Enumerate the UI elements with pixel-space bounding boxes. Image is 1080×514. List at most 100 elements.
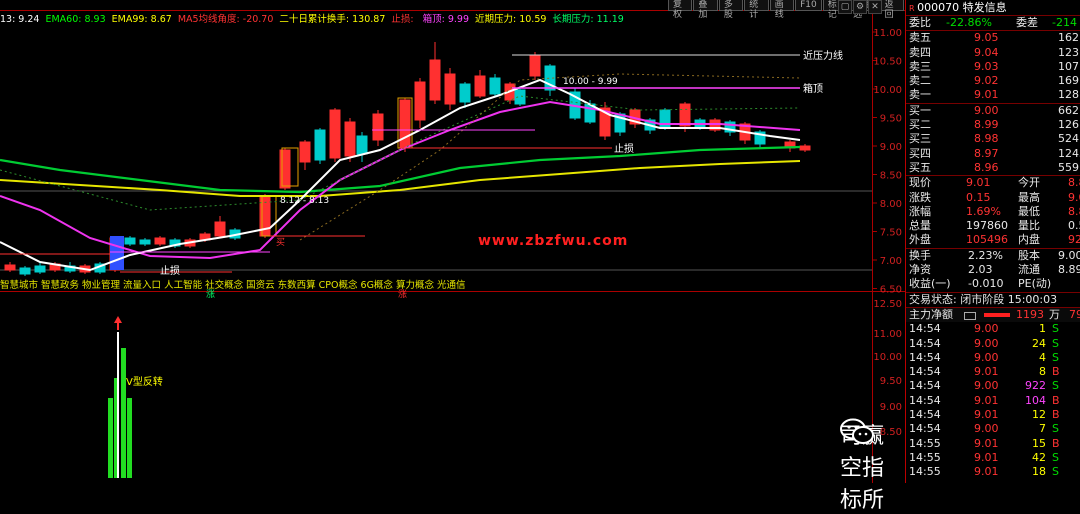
bid-row[interactable]: 买四 8.97 1245 (906, 147, 1080, 161)
tick-volume: 24 (1032, 336, 1046, 350)
net-inflow-bar (984, 312, 1010, 317)
ask-volume: 169 (1058, 74, 1079, 88)
tick-volume: 18 (1032, 465, 1046, 479)
stat-value: 197860 (966, 219, 1008, 233)
candle-body (329, 109, 341, 159)
candle-body (4, 264, 16, 271)
toolbar-button-0[interactable]: 复权 (668, 0, 693, 20)
price-tick-label: 10.00 (873, 85, 902, 96)
tick-volume: 4 (1039, 350, 1046, 364)
bid-row[interactable]: 买一 9.00 662 (906, 104, 1080, 118)
tick-time: 14:54 (909, 379, 941, 393)
near-pressure-label: 近压力线 (803, 49, 843, 62)
net-inflow-row[interactable]: 主力净额 1193 万 79 (906, 306, 1080, 323)
ask-row[interactable]: 卖二 9.02 169 (906, 74, 1080, 88)
price-tick-label: 6.50 (880, 285, 902, 296)
toolbar-button-1[interactable]: 叠加 (693, 0, 718, 20)
stat-value: 2.03 (968, 263, 993, 277)
bid-book: 买一 9.00 662 买二 8.99 126 买三 8.98 524 买四 8.97… (906, 102, 1080, 175)
toolbar-button-8[interactable]: 返回 (879, 0, 905, 20)
settings-icon[interactable]: ⚙ (853, 0, 867, 14)
bid-price: 8.99 (974, 118, 999, 132)
candle-body (679, 103, 691, 127)
indicator-value-1: EMA60: 8.93 (45, 14, 106, 25)
volume-bar (121, 348, 126, 478)
stat-value: 9.00亿 (1058, 248, 1080, 262)
tick-row: 14:55 9.01 15 B (906, 437, 1080, 451)
minimize-icon[interactable]: ▢ (838, 0, 852, 14)
ask-row[interactable]: 卖五 9.05 162 (906, 31, 1080, 45)
indicator-values-line: 13: 9.24 EMA60: 8.93 EMA99: 8.67 MA5均线角度: -… (0, 11, 630, 25)
tick-row: 14:54 9.00 922 S (906, 379, 1080, 393)
tick-time: 14:55 (909, 436, 941, 450)
toolbar-button-3[interactable]: 统计 (744, 0, 769, 20)
v-reversal-label: V型反转 (126, 375, 163, 388)
candle-body (459, 83, 471, 103)
tick-row: 14:54 9.01 12 B (906, 408, 1080, 422)
tick-row: 14:54 9.00 4 S (906, 351, 1080, 365)
tick-side: S (1052, 450, 1059, 464)
candle-body (489, 77, 501, 95)
stat-value: 105496 (966, 233, 1008, 247)
ask-row[interactable]: 卖三 9.03 107 (906, 60, 1080, 74)
stat-row: 总量 197860 量比 0.5 (906, 219, 1080, 233)
stat-label: 净资 (909, 263, 931, 277)
tick-side: B (1052, 393, 1060, 407)
lower-tick-label: 9.50 (880, 376, 902, 387)
price-tick-label: 8.50 (880, 171, 902, 182)
stat-value: 8.89亿 (1058, 263, 1080, 277)
price-tick-label: 9.50 (880, 114, 902, 125)
concept-tags-line: 智慧城市 智慧政务 物业管理 流量入口 人工智能 社交概念 国资云 东数西算 C… (0, 280, 466, 291)
volume-bar (108, 398, 113, 478)
candle-body (299, 141, 311, 163)
expand-icon[interactable] (964, 311, 976, 320)
stat-value: 0.5 (1068, 219, 1080, 233)
box-candle-blue (110, 236, 124, 270)
bid-row[interactable]: 买三 8.98 524 (906, 132, 1080, 146)
tick-list[interactable]: 14:54 9.00 1 S 14:54 9.00 24 S 14:54 9.00 … (906, 322, 1080, 479)
ask-volume: 162 (1058, 31, 1079, 45)
tick-time: 14:54 (909, 336, 941, 350)
stat-label: 流通 (1018, 263, 1040, 277)
stat-value: 8.8 (1068, 204, 1080, 218)
bid-volume: 662 (1058, 103, 1079, 117)
ask-book: 卖五 9.05 162 卖四 9.04 123 卖三 9.03 107 卖二 9.02… (906, 30, 1080, 102)
ask-label: 卖五 (909, 31, 931, 45)
tick-row: 14:54 9.00 7 S (906, 422, 1080, 436)
ask-label: 卖二 (909, 74, 931, 88)
ask-row[interactable]: 卖一 9.01 128 (906, 88, 1080, 102)
lower-tick-label: 11.00 (873, 329, 902, 340)
tick-time: 14:54 (909, 408, 941, 422)
window-controls: ▢ ⚙ ✕ (838, 0, 883, 14)
tick-row: 14:55 9.01 42 S (906, 451, 1080, 465)
price-tick-label: 7.00 (880, 256, 902, 267)
indicator-value-7: 近期压力: 10.59 (474, 14, 547, 25)
kline-chart[interactable]: 11.00 10.50 10.00 9.50 9.00 8.50 8.00 7.50 7.00 6… (0, 0, 905, 483)
indicator-value-3: MA5均线角度: -20.70 (177, 14, 274, 25)
tick-price: 9.00 (974, 322, 999, 336)
stat-label: 量比 (1018, 219, 1040, 233)
kline-chart-area[interactable]: 11.00 10.50 10.00 9.50 9.00 8.50 8.00 7.50 7.00 6… (0, 0, 905, 513)
toolbar-button-2[interactable]: 多股 (718, 0, 744, 20)
candle-body (372, 113, 384, 141)
bid-volume: 126 (1058, 118, 1079, 132)
bid-row[interactable]: 买五 8.96 559 (906, 161, 1080, 175)
toolbar-button-4[interactable]: 画线 (769, 0, 795, 20)
stat-label: 内盘 (1018, 233, 1040, 247)
candle-body (34, 265, 46, 273)
fundamental-row: 收益(一) -0.010 PE(动) (906, 277, 1080, 291)
lower-tick-label: 12.50 (873, 299, 902, 310)
quote-panel: R 000070 特发信息 委比 -22.86% 委差 -214 卖五 9.05… (905, 0, 1080, 483)
tick-price: 9.01 (974, 365, 999, 379)
tick-side: S (1052, 465, 1059, 479)
close-icon[interactable]: ✕ (868, 0, 882, 14)
bid-row[interactable]: 买二 8.99 126 (906, 118, 1080, 132)
toolbar-button-5[interactable]: F10 (795, 0, 822, 11)
stat-label: 最高 (1018, 190, 1040, 204)
tick-volume: 7 (1039, 422, 1046, 436)
stock-title[interactable]: R 000070 特发信息 (906, 0, 1080, 16)
ask-row[interactable]: 卖四 9.04 123 (906, 46, 1080, 60)
stat-value: 9.0 (1068, 190, 1080, 204)
candle-body (19, 267, 31, 275)
stat-label: PE(动) (1018, 277, 1052, 291)
